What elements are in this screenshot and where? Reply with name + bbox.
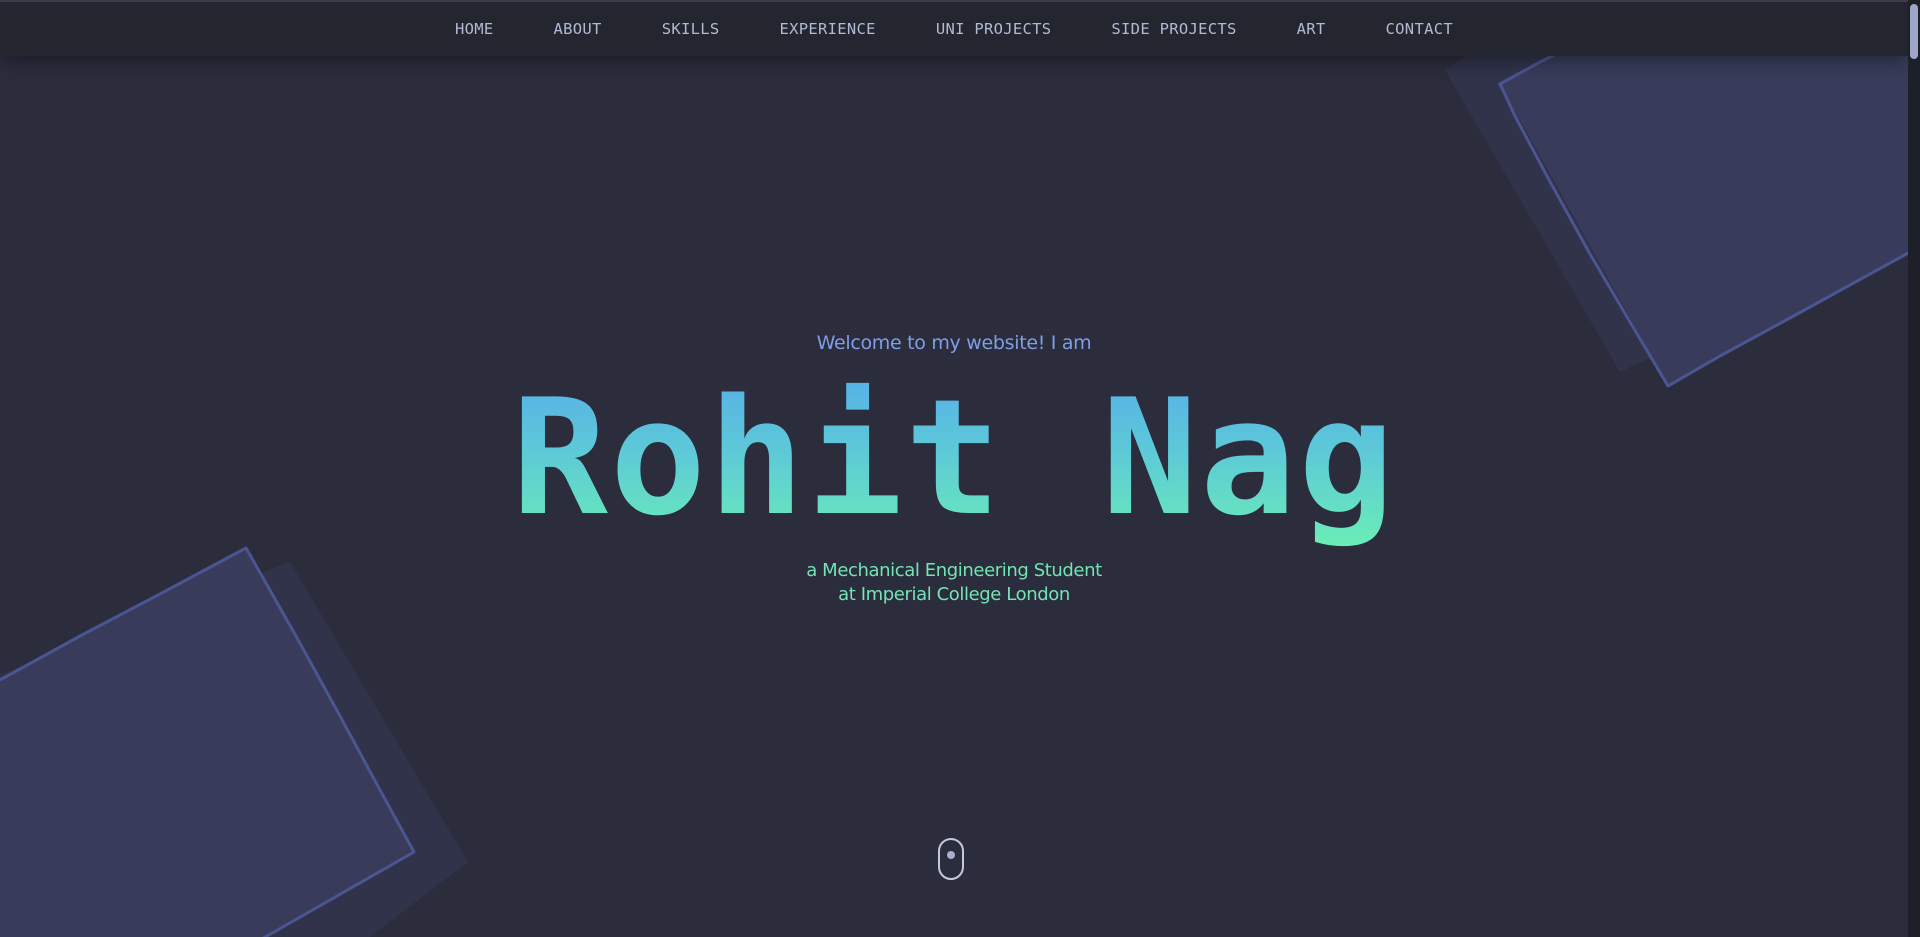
nav-link-side-projects[interactable]: SIDE PROJECTS (1111, 20, 1236, 38)
nav-link-about[interactable]: ABOUT (554, 20, 602, 38)
scrollbar-thumb[interactable] (1910, 4, 1918, 59)
nav-items: HOME ABOUT SKILLS EXPERIENCE UNI PROJECT… (0, 2, 1908, 56)
nav-link-experience[interactable]: EXPERIENCE (780, 20, 876, 38)
hero-name: Rohit Nag (0, 368, 1908, 548)
top-navigation: HOME ABOUT SKILLS EXPERIENCE UNI PROJECT… (0, 0, 1908, 56)
scrollbar[interactable] (1908, 0, 1920, 937)
nav-link-skills[interactable]: SKILLS (662, 20, 720, 38)
tagline-line-1: a Mechanical Engineering Student (806, 560, 1102, 581)
nav-link-art[interactable]: ART (1297, 20, 1326, 38)
nav-link-uni-projects[interactable]: UNI PROJECTS (936, 20, 1052, 38)
tagline-line-2: at Imperial College London (838, 584, 1070, 605)
hero-section: Welcome to my website! I am Rohit Nag a … (0, 0, 1908, 937)
mouse-wheel-dot (947, 851, 955, 859)
nav-link-home[interactable]: HOME (455, 20, 494, 38)
page: HOME ABOUT SKILLS EXPERIENCE UNI PROJECT… (0, 0, 1920, 937)
nav-link-contact[interactable]: CONTACT (1386, 20, 1453, 38)
welcome-text: Welcome to my website! I am (816, 332, 1092, 354)
mouse-scroll-icon[interactable] (938, 838, 964, 880)
